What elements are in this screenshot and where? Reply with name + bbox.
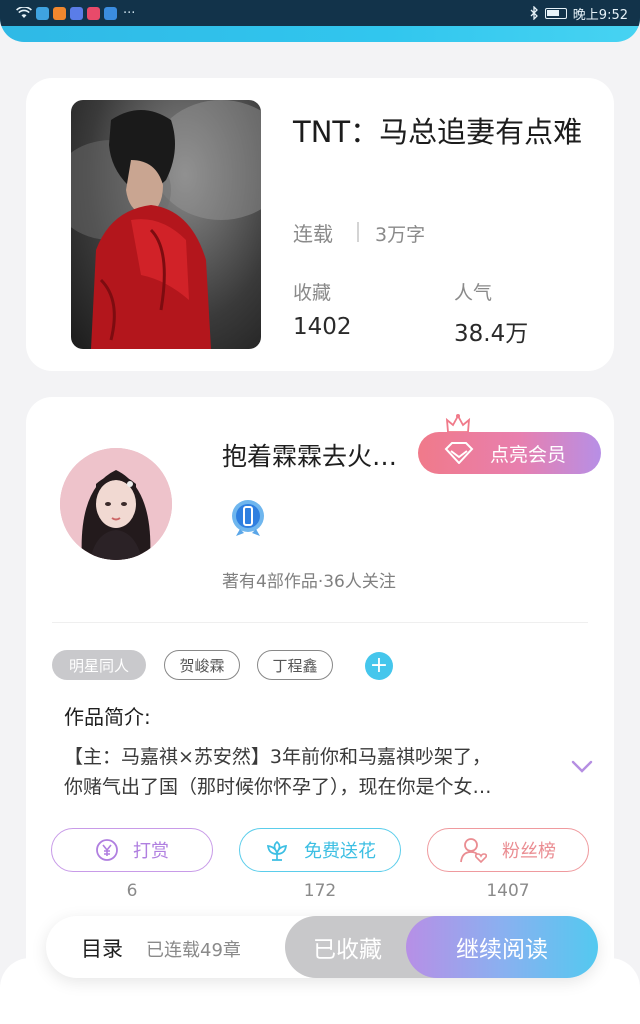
divider bbox=[52, 622, 588, 623]
fans-count: 1407 bbox=[486, 881, 530, 901]
bluetooth-icon bbox=[530, 6, 538, 20]
author-meta: 著有4部作品·36人关注 bbox=[222, 572, 396, 592]
cover-illustration bbox=[71, 100, 261, 349]
app-icon bbox=[53, 6, 66, 20]
intro-text: 【主：马嘉祺×苏安然】3年前你和马嘉祺吵架了， 你赌气出了国（那时候你怀孕了），… bbox=[64, 742, 564, 802]
chapter-count[interactable]: 已连载49章 bbox=[146, 936, 241, 962]
book-status: 连载 bbox=[293, 222, 333, 246]
status-bar: ··· 晚上9:52 bbox=[0, 0, 640, 42]
continue-reading-button[interactable]: 继续阅读 bbox=[406, 916, 598, 978]
book-word-count: 3万字 bbox=[375, 224, 426, 246]
chevron-down-icon[interactable] bbox=[571, 760, 593, 774]
intro-line: 你赌气出了国（那时候你怀孕了），现在你是个女… bbox=[64, 776, 492, 798]
app-icon bbox=[70, 6, 83, 20]
vip-membership-button[interactable]: 点亮会员 bbox=[418, 432, 601, 474]
book-cover-image[interactable] bbox=[71, 100, 261, 349]
tag-character[interactable]: 丁程鑫 bbox=[257, 650, 333, 680]
collected-label: 已收藏 bbox=[313, 937, 382, 963]
favorites-value: 1402 bbox=[293, 314, 352, 340]
diamond-icon bbox=[444, 442, 474, 464]
book-info-card: TNT：马总追妻有点难 连载 3万字 收藏 1402 人气 38.4万 bbox=[26, 78, 614, 371]
book-title: TNT：马总追妻有点难 bbox=[293, 115, 583, 149]
avatar-illustration bbox=[60, 448, 172, 560]
author-name[interactable]: 抱着霖霖去火… bbox=[222, 437, 397, 473]
flower-count: 172 bbox=[303, 881, 337, 901]
reward-button[interactable]: 打赏 bbox=[51, 828, 213, 872]
popularity-value: 38.4万 bbox=[454, 321, 529, 347]
author-avatar[interactable] bbox=[60, 448, 172, 560]
favorites-label: 收藏 bbox=[293, 282, 332, 304]
user-heart-icon bbox=[460, 838, 488, 863]
notification-icons: ··· bbox=[16, 4, 135, 22]
reward-count: 6 bbox=[126, 881, 138, 901]
table-of-contents-button[interactable]: 目录 bbox=[81, 933, 123, 963]
wifi-icon bbox=[16, 7, 32, 18]
app-icon bbox=[104, 6, 117, 20]
intro-title: 作品简介: bbox=[64, 705, 151, 729]
battery-icon bbox=[544, 7, 567, 19]
add-tag-button[interactable]: + bbox=[365, 652, 393, 680]
book-meta-divider bbox=[357, 222, 359, 242]
flower-icon bbox=[267, 840, 287, 861]
send-flower-label: 免费送花 bbox=[304, 841, 376, 862]
bottom-action-bar: 目录 已连载49章 已收藏 继续阅读 bbox=[46, 916, 598, 978]
coin-icon bbox=[96, 839, 118, 861]
continue-reading-label: 继续阅读 bbox=[456, 937, 548, 963]
notification-overflow: ··· bbox=[123, 5, 136, 21]
tag-category[interactable]: 明星同人 bbox=[52, 650, 146, 680]
author-level-badge-icon bbox=[232, 500, 264, 536]
fans-ranking-button[interactable]: 粉丝榜 bbox=[427, 828, 589, 872]
send-flower-button[interactable]: 免费送花 bbox=[239, 828, 401, 872]
status-time: 晚上9:52 bbox=[572, 7, 628, 23]
tag-character[interactable]: 贺峻霖 bbox=[164, 650, 240, 680]
intro-line: 【主：马嘉祺×苏安然】3年前你和马嘉祺吵架了， bbox=[64, 746, 492, 768]
app-icon bbox=[36, 6, 49, 20]
fans-ranking-label: 粉丝榜 bbox=[502, 841, 556, 862]
popularity-label: 人气 bbox=[454, 282, 493, 304]
system-indicators: 晚上9:52 bbox=[530, 3, 628, 23]
app-icon bbox=[87, 6, 100, 20]
reward-label: 打赏 bbox=[133, 841, 169, 862]
vip-label: 点亮会员 bbox=[490, 443, 567, 466]
